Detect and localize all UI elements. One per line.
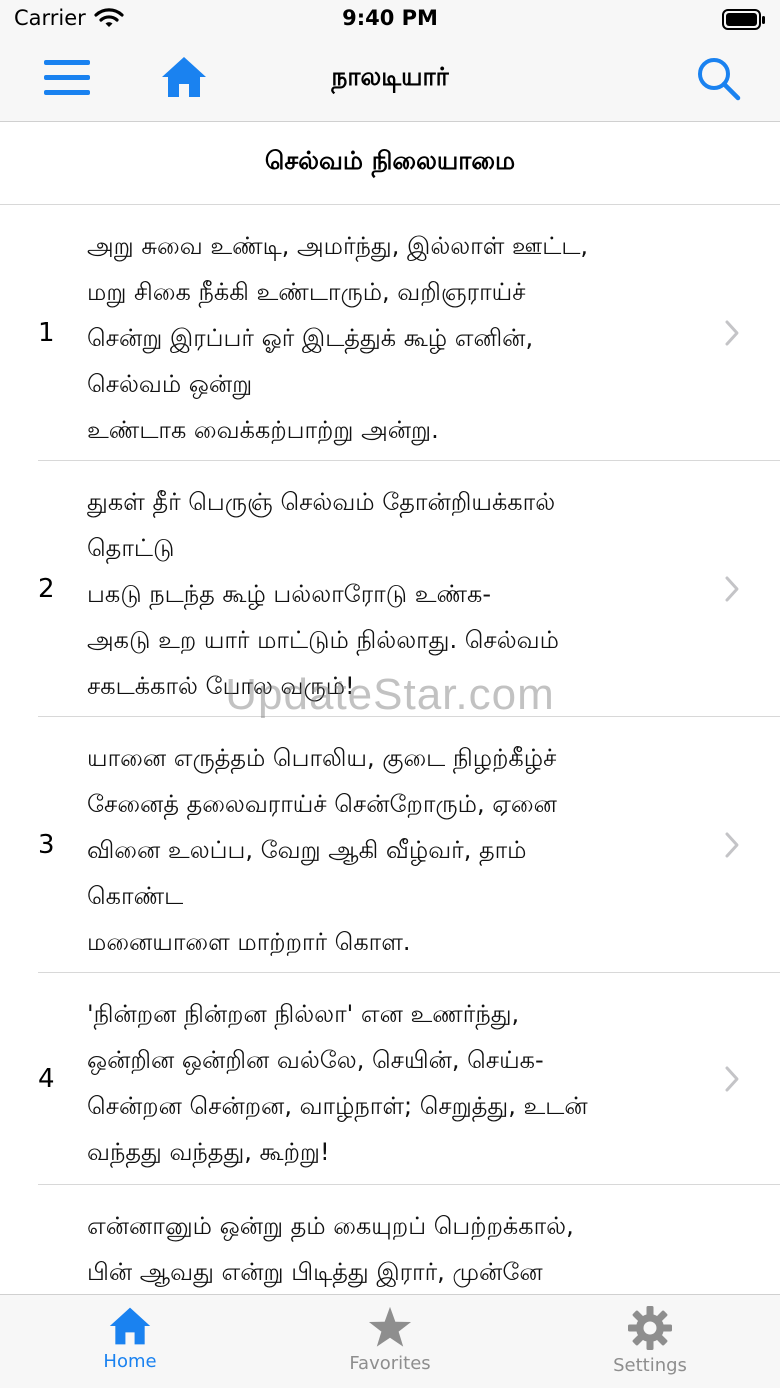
star-icon	[368, 1306, 412, 1347]
verse-number: 3	[38, 830, 55, 860]
tab-home[interactable]: Home	[30, 1295, 230, 1388]
list-item[interactable]: 4 'நின்றன நின்றன நில்லா' என உணர்ந்து, ஒன…	[0, 973, 780, 1185]
list-item[interactable]: என்னானும் ஒன்று தம் கையுறப் பெற்றக்கால்,…	[0, 1185, 780, 1293]
tab-label: Favorites	[349, 1353, 431, 1374]
verse-number: 1	[38, 318, 55, 348]
verse-line: என்னானும் ஒன்று தம் கையுறப் பெற்றக்கால்,	[87, 1212, 574, 1240]
verse-line: சென்று இரப்பர் ஓர் இடத்துக் கூழ் எனின்,	[87, 324, 534, 352]
verse-line: மறு சிகை நீக்கி உண்டாரும், வறிஞராய்ச்	[87, 278, 526, 306]
tab-settings[interactable]: Settings	[550, 1295, 750, 1388]
verse-text: என்னானும் ஒன்று தம் கையுறப் பெற்றக்கால்,…	[87, 1203, 697, 1293]
verse-line: தொட்டு	[87, 534, 175, 562]
verse-line: பின் ஆவது என்று பிடித்து இரார், முன்னே	[87, 1258, 543, 1286]
chevron-right-icon	[725, 576, 739, 602]
verse-line: ஒன்றின ஒன்றின வல்லே, செயின், செய்க-	[87, 1046, 544, 1074]
house-icon	[109, 1307, 151, 1345]
verse-line: மனையாளை மாற்றார் கொள.	[87, 928, 411, 956]
gear-icon	[628, 1306, 672, 1350]
tab-label: Home	[103, 1351, 157, 1372]
tab-bar: Home Favorites Settings	[0, 1294, 780, 1388]
tab-label: Settings	[613, 1355, 687, 1376]
verse-line: பகடு நடந்த கூழ் பல்லாரோடு உண்க-	[87, 580, 492, 608]
chevron-right-icon	[725, 832, 739, 858]
verse-text: 'நின்றன நின்றன நில்லா' என உணர்ந்து, ஒன்ற…	[87, 991, 697, 1175]
list-item[interactable]: 1 அறு சுவை உண்டி, அமர்ந்து, இல்லாள் ஊட்ட…	[0, 205, 780, 461]
watermark-text: UpdateStar.com	[225, 670, 555, 719]
verse-list[interactable]: 1 அறு சுவை உண்டி, அமர்ந்து, இல்லாள் ஊட்ட…	[0, 205, 780, 1293]
chevron-right-icon	[725, 320, 739, 346]
verse-line: கொண்ட	[87, 882, 184, 910]
clock-time: 9:40 PM	[342, 6, 438, 30]
verse-number: 4	[38, 1064, 55, 1094]
battery-icon	[722, 9, 766, 35]
verse-line: அகடு உற யார் மாட்டும் நில்லாது. செல்வம்	[87, 626, 559, 654]
navigation-bar: நாலடியார்	[0, 40, 780, 122]
tab-favorites[interactable]: Favorites	[290, 1295, 490, 1388]
verse-line: உண்டாக வைக்கற்பாற்று அன்று.	[87, 416, 439, 444]
section-title: செல்வம் நிலையாமை	[264, 146, 516, 175]
verse-line: அறு சுவை உண்டி, அமர்ந்து, இல்லாள் ஊட்ட,	[87, 232, 589, 260]
verse-text: அறு சுவை உண்டி, அமர்ந்து, இல்லாள் ஊட்ட, …	[87, 223, 697, 453]
page-title: நாலடியார்	[331, 62, 449, 91]
chevron-right-icon	[725, 1066, 739, 1092]
verse-text: யானை எருத்தம் பொலிய, குடை நிழற்கீழ்ச் சே…	[87, 735, 697, 965]
section-header: செல்வம் நிலையாமை	[0, 122, 780, 205]
status-bar: Carrier 9:40 PM	[0, 0, 780, 40]
verse-line: சென்றன சென்றன, வாழ்நாள்; செறுத்து, உடன்	[87, 1092, 588, 1120]
verse-line: யானை எருத்தம் பொலிய, குடை நிழற்கீழ்ச்	[87, 744, 557, 772]
verse-line: வினை உலப்ப, வேறு ஆகி வீழ்வர், தாம்	[87, 836, 527, 864]
magnifier-icon	[698, 58, 741, 101]
verse-line: செல்வம் ஒன்று	[87, 370, 253, 398]
verse-line: 'நின்றன நின்றன நில்லா' என உணர்ந்து,	[87, 1000, 520, 1028]
list-item[interactable]: 3 யானை எருத்தம் பொலிய, குடை நிழற்கீழ்ச் …	[0, 717, 780, 973]
search-button[interactable]	[696, 56, 742, 106]
verse-line: வந்தது வந்தது, கூற்று!	[87, 1138, 330, 1166]
verse-line: துகள் தீர் பெருஞ் செல்வம் தோன்றியக்கால்	[87, 488, 556, 516]
verse-line: சேனைத் தலைவராய்ச் சென்றோரும், ஏனை	[87, 790, 557, 818]
